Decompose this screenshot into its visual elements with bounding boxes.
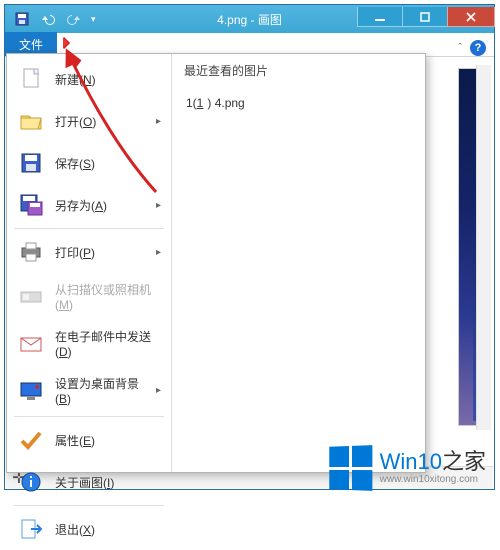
undo-icon[interactable] <box>37 8 59 30</box>
save-as-icon <box>17 192 45 218</box>
menu-separator <box>14 416 164 417</box>
check-icon <box>17 427 45 453</box>
save-qat-icon[interactable] <box>11 8 33 30</box>
vertical-scrollbar[interactable] <box>476 65 491 430</box>
windows-logo-icon <box>329 445 372 491</box>
menu-label: 从扫描仪或照相机(M) <box>55 281 161 312</box>
info-icon <box>17 469 45 495</box>
open-folder-icon <box>17 108 45 134</box>
maximize-button[interactable] <box>402 7 448 27</box>
submenu-arrow-icon: ▸ <box>156 247 161 258</box>
menu-label: 设置为桌面背景(B) <box>55 375 146 406</box>
email-icon <box>17 331 45 357</box>
menu-save-as[interactable]: 另存为(A) ▸ <box>10 184 168 226</box>
exit-icon <box>17 516 45 542</box>
menu-label: 新建(N) <box>55 71 96 88</box>
minimize-button[interactable] <box>357 7 403 27</box>
menu-separator <box>14 228 164 229</box>
close-button[interactable] <box>447 7 495 27</box>
window-controls <box>357 11 494 27</box>
save-icon <box>17 150 45 176</box>
menu-properties[interactable]: 属性(E) <box>10 419 168 461</box>
recent-files-panel: 最近查看的图片 1(1) 4.png <box>172 54 425 472</box>
recent-files-title: 最近查看的图片 <box>184 62 413 79</box>
watermark: Win10之家 www.win10xitong.com <box>328 446 486 490</box>
new-file-icon <box>17 66 45 92</box>
menu-open[interactable]: 打开(O) ▸ <box>10 100 168 142</box>
menu-label: 属性(E) <box>55 432 95 449</box>
menu-label: 打开(O) <box>55 113 96 130</box>
printer-icon <box>17 239 45 265</box>
menu-label: 另存为(A) <box>55 197 107 214</box>
menu-about[interactable]: 关于画图(I) <box>10 461 168 503</box>
menu-separator <box>14 505 164 506</box>
desktop-icon <box>17 378 45 404</box>
menu-send-email[interactable]: 在电子邮件中发送(D) <box>10 320 168 367</box>
menu-print[interactable]: 打印(P) ▸ <box>10 231 168 273</box>
menu-label: 关于画图(I) <box>55 474 114 491</box>
titlebar: ▾ 4.png - 画图 <box>5 5 494 33</box>
file-menu-list: 新建(N) 打开(O) ▸ 保存(S) 另存为(A) ▸ 打印(P) ▸ 从扫描… <box>7 54 172 472</box>
watermark-brand: Win10之家 <box>380 451 486 473</box>
recent-file-item[interactable]: 1(1) 4.png <box>184 93 413 113</box>
menu-from-scanner: 从扫描仪或照相机(M) <box>10 273 168 320</box>
menu-new[interactable]: 新建(N) <box>10 58 168 100</box>
menu-save[interactable]: 保存(S) <box>10 142 168 184</box>
qat-dropdown-icon[interactable]: ▾ <box>91 14 96 25</box>
menu-label: 退出(X) <box>55 521 95 538</box>
menu-label: 打印(P) <box>55 244 95 261</box>
menu-label: 保存(S) <box>55 155 95 172</box>
menu-exit[interactable]: 退出(X) <box>10 508 168 550</box>
submenu-arrow-icon: ▸ <box>156 116 161 127</box>
submenu-arrow-icon: ▸ <box>156 200 161 211</box>
scanner-icon <box>17 284 45 310</box>
quick-access-toolbar: ▾ <box>5 8 96 30</box>
submenu-arrow-icon: ▸ <box>156 385 161 396</box>
menu-set-wallpaper[interactable]: 设置为桌面背景(B) ▸ <box>10 367 168 414</box>
minimize-ribbon-icon[interactable]: ˆ <box>458 42 462 54</box>
redo-icon[interactable] <box>63 8 85 30</box>
menu-label: 在电子邮件中发送(D) <box>55 328 161 359</box>
file-menu-dropdown: 新建(N) 打开(O) ▸ 保存(S) 另存为(A) ▸ 打印(P) ▸ 从扫描… <box>6 53 426 473</box>
help-icon[interactable]: ? <box>470 40 486 56</box>
watermark-url: www.win10xitong.com <box>380 475 486 485</box>
